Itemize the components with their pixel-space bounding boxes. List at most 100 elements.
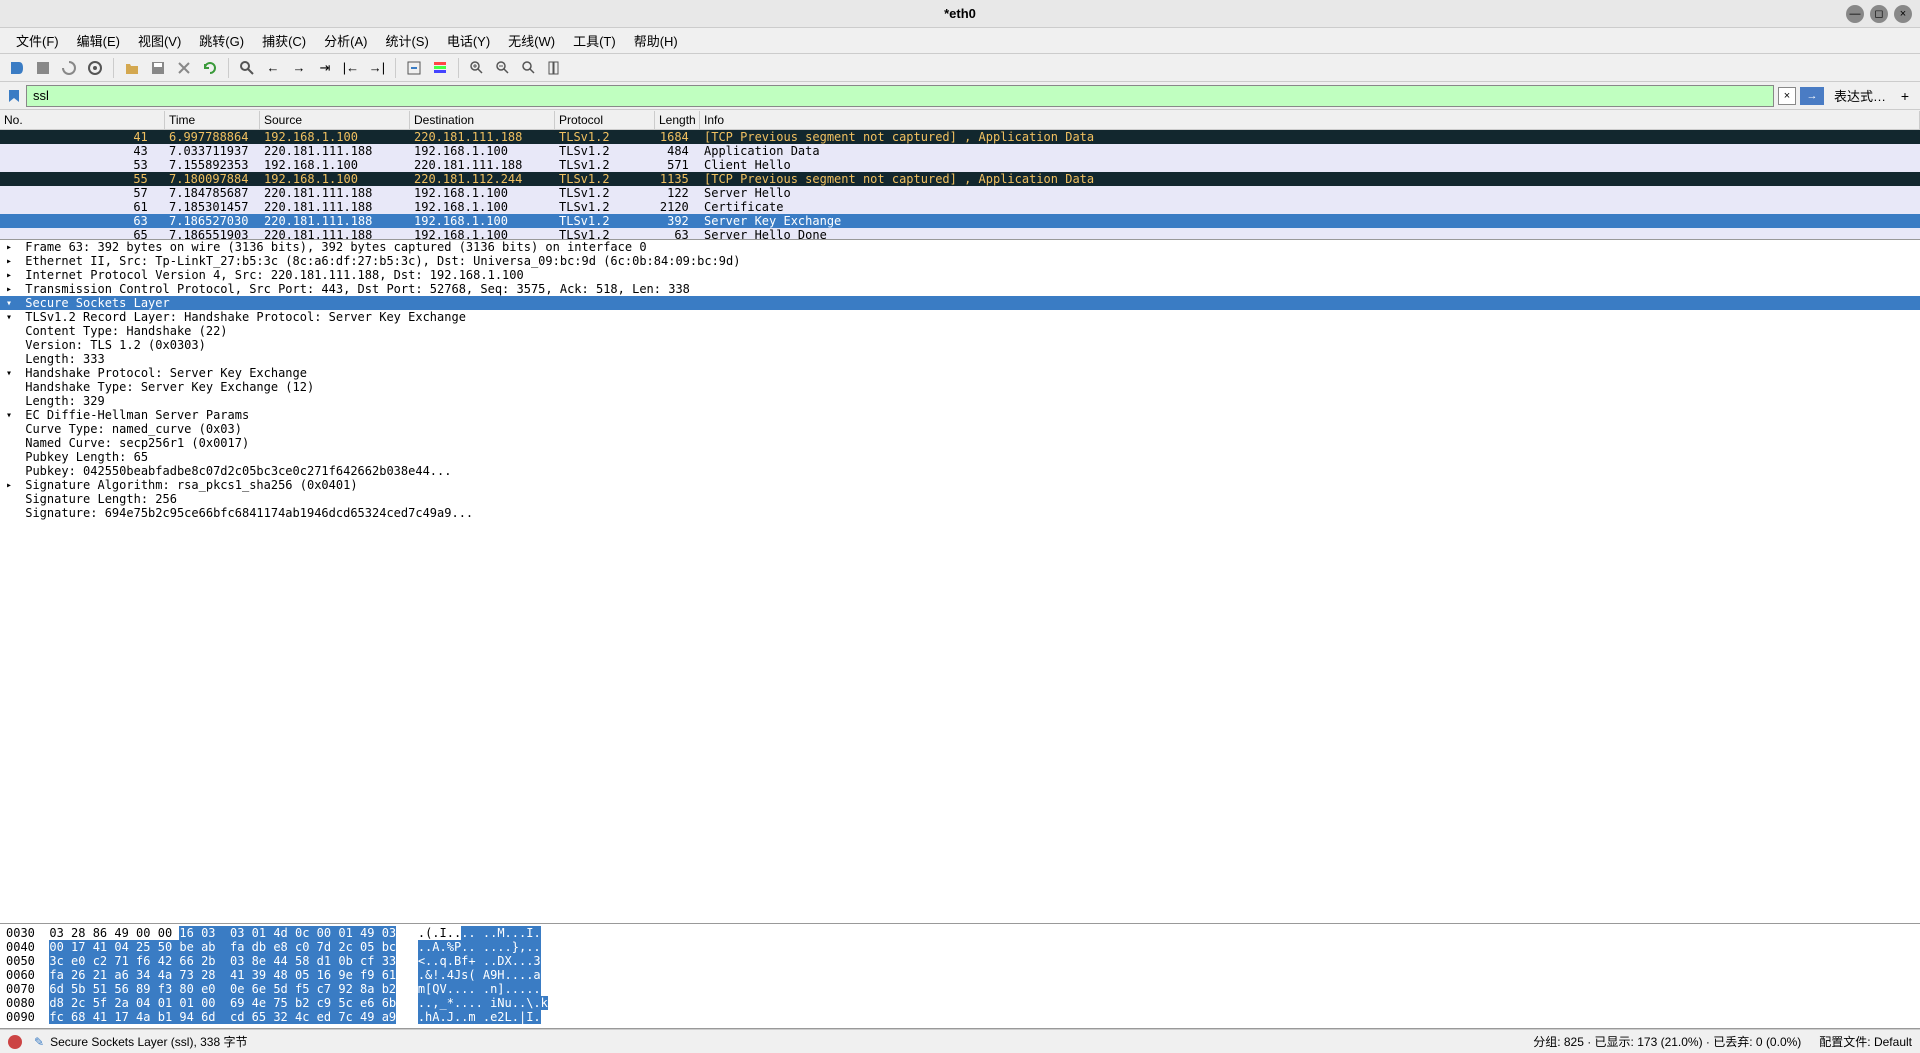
menu-tools[interactable]: 工具(T) [565,28,624,53]
menu-statistics[interactable]: 统计(S) [377,28,436,53]
tree-expander-icon[interactable]: ▸ [6,270,18,281]
expert-info-icon[interactable] [8,1035,22,1049]
resize-columns-icon[interactable] [544,57,566,79]
find-icon[interactable] [236,57,258,79]
filter-apply-button[interactable]: → [1800,87,1824,105]
add-filter-button[interactable]: + [1896,87,1914,105]
capture-file-properties-icon[interactable]: ✎ [34,1035,44,1049]
column-destination[interactable]: Destination [410,111,555,129]
colorize-icon[interactable] [429,57,451,79]
menu-go[interactable]: 跳转(G) [191,28,252,53]
tree-expander-icon[interactable] [6,354,18,365]
menu-file[interactable]: 文件(F) [8,28,67,53]
tree-row[interactable]: Length: 329 [0,394,1920,408]
tree-expander-icon[interactable]: ▾ [6,298,18,309]
tree-row[interactable]: ▾ Secure Sockets Layer [0,296,1920,310]
column-length[interactable]: Length [655,111,700,129]
capture-options-icon[interactable] [84,57,106,79]
tree-expander-icon[interactable] [6,494,18,505]
status-profile[interactable]: 配置文件: Default [1819,1033,1912,1050]
tree-expander-icon[interactable] [6,424,18,435]
expression-button[interactable]: 表达式… [1828,86,1892,105]
tree-expander-icon[interactable]: ▾ [6,368,18,379]
filter-clear-button[interactable]: × [1778,87,1796,105]
tree-expander-icon[interactable]: ▸ [6,256,18,267]
menu-analyze[interactable]: 分析(A) [316,28,375,53]
tree-row[interactable]: Handshake Type: Server Key Exchange (12) [0,380,1920,394]
column-time[interactable]: Time [165,111,260,129]
tree-expander-icon[interactable]: ▸ [6,284,18,295]
reload-icon[interactable] [199,57,221,79]
packet-row[interactable]: 63 7.186527030220.181.111.188192.168.1.1… [0,214,1920,228]
close-button[interactable]: × [1894,5,1912,23]
autoscroll-icon[interactable] [403,57,425,79]
tree-row[interactable]: Signature: 694e75b2c95ce66bfc6841174ab19… [0,506,1920,520]
tree-row[interactable]: Content Type: Handshake (22) [0,324,1920,338]
tree-row[interactable]: Pubkey: 042550beabfadbe8c07d2c05bc3ce0c2… [0,464,1920,478]
column-protocol[interactable]: Protocol [555,111,655,129]
tree-row[interactable]: Signature Length: 256 [0,492,1920,506]
display-filter-input[interactable] [26,85,1774,107]
tree-row[interactable]: Version: TLS 1.2 (0x0303) [0,338,1920,352]
tree-expander-icon[interactable] [6,452,18,463]
tree-row[interactable]: ▾ EC Diffie-Hellman Server Params [0,408,1920,422]
tree-row[interactable]: ▸ Internet Protocol Version 4, Src: 220.… [0,268,1920,282]
hex-row[interactable]: 0070 6d 5b 51 56 89 f3 80 e0 0e 6e 5d f5… [6,982,1914,996]
hex-row[interactable]: 0080 d8 2c 5f 2a 04 01 01 00 69 4e 75 b2… [6,996,1914,1010]
menu-wireless[interactable]: 无线(W) [500,28,563,53]
tree-expander-icon[interactable] [6,326,18,337]
packet-row[interactable]: 55 7.180097884192.168.1.100220.181.112.2… [0,172,1920,186]
stop-capture-icon[interactable] [32,57,54,79]
open-file-icon[interactable] [121,57,143,79]
tree-expander-icon[interactable] [6,340,18,351]
packet-list-pane[interactable]: No. Time Source Destination Protocol Len… [0,110,1920,240]
restart-capture-icon[interactable] [58,57,80,79]
tree-row[interactable]: ▾ TLSv1.2 Record Layer: Handshake Protoc… [0,310,1920,324]
goto-icon[interactable]: ⇥ [314,57,336,79]
tree-expander-icon[interactable] [6,466,18,477]
packet-row[interactable]: 57 7.184785687220.181.111.188192.168.1.1… [0,186,1920,200]
first-icon[interactable]: |← [340,57,362,79]
packet-bytes-pane[interactable]: 0030 03 28 86 49 00 00 16 03 03 01 4d 0c… [0,924,1920,1029]
hex-row[interactable]: 0060 fa 26 21 a6 34 4a 73 28 41 39 48 05… [6,968,1914,982]
menu-telephony[interactable]: 电话(Y) [439,28,498,53]
hex-row[interactable]: 0050 3c e0 c2 71 f6 42 66 2b 03 8e 44 58… [6,954,1914,968]
column-no[interactable]: No. [0,111,165,129]
menu-view[interactable]: 视图(V) [130,28,189,53]
menu-help[interactable]: 帮助(H) [626,28,686,53]
column-source[interactable]: Source [260,111,410,129]
tree-expander-icon[interactable] [6,382,18,393]
packet-row[interactable]: 53 7.155892353192.168.1.100220.181.111.1… [0,158,1920,172]
tree-row[interactable]: ▸ Frame 63: 392 bytes on wire (3136 bits… [0,240,1920,254]
packet-list-header[interactable]: No. Time Source Destination Protocol Len… [0,110,1920,130]
tree-expander-icon[interactable]: ▾ [6,410,18,421]
close-file-icon[interactable] [173,57,195,79]
filter-bookmark-icon[interactable] [6,88,22,104]
hex-row[interactable]: 0040 00 17 41 04 25 50 be ab fa db e8 c0… [6,940,1914,954]
packet-row[interactable]: 43 7.033711937220.181.111.188192.168.1.1… [0,144,1920,158]
zoom-reset-icon[interactable] [518,57,540,79]
tree-expander-icon[interactable]: ▾ [6,312,18,323]
hex-row[interactable]: 0090 fc 68 41 17 4a b1 94 6d cd 65 32 4c… [6,1010,1914,1024]
tree-row[interactable]: Pubkey Length: 65 [0,450,1920,464]
tree-row[interactable]: ▸ Transmission Control Protocol, Src Por… [0,282,1920,296]
tree-row[interactable]: ▾ Handshake Protocol: Server Key Exchang… [0,366,1920,380]
packet-row[interactable]: 41 6.997788864192.168.1.100220.181.111.1… [0,130,1920,144]
menu-edit[interactable]: 编辑(E) [69,28,128,53]
tree-expander-icon[interactable] [6,396,18,407]
tree-row[interactable]: Length: 333 [0,352,1920,366]
prev-icon[interactable]: ← [262,57,284,79]
packet-row[interactable]: 61 7.185301457220.181.111.188192.168.1.1… [0,200,1920,214]
save-file-icon[interactable] [147,57,169,79]
tree-expander-icon[interactable] [6,508,18,519]
last-icon[interactable]: →| [366,57,388,79]
packet-row[interactable]: 65 7.186551903220.181.111.188192.168.1.1… [0,228,1920,240]
tree-row[interactable]: Curve Type: named_curve (0x03) [0,422,1920,436]
packet-details-pane[interactable]: ▸ Frame 63: 392 bytes on wire (3136 bits… [0,240,1920,924]
tree-row[interactable]: ▸ Signature Algorithm: rsa_pkcs1_sha256 … [0,478,1920,492]
zoom-out-icon[interactable] [492,57,514,79]
tree-row[interactable]: ▸ Ethernet II, Src: Tp-LinkT_27:b5:3c (8… [0,254,1920,268]
tree-expander-icon[interactable]: ▸ [6,480,18,491]
tree-row[interactable]: Named Curve: secp256r1 (0x0017) [0,436,1920,450]
tree-expander-icon[interactable]: ▸ [6,242,18,253]
